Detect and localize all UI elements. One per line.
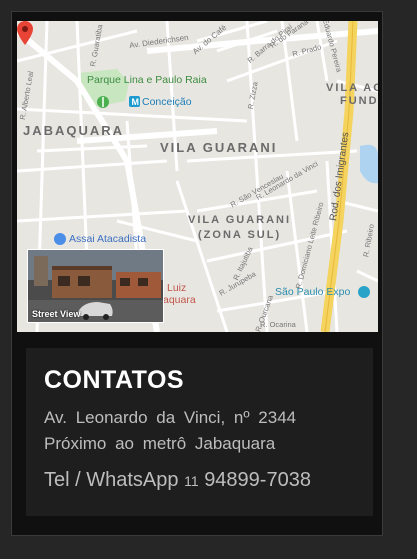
map-label-vila-fund-1: VILA AG: [326, 82, 378, 94]
phone-prefix: Tel / WhatsApp: [44, 469, 179, 491]
contact-phone[interactable]: Tel / WhatsApp 11 94899-7038: [44, 469, 311, 492]
contact-address-line1: Av. Leonardo da Vinci, nº 2344: [44, 408, 297, 427]
street-view-thumbnail[interactable]: Street View: [27, 249, 164, 323]
map-label-vila-guarani-zs-1: VILA GUARANI: [188, 214, 292, 226]
map-label-vila-fund-2: FUND: [340, 95, 378, 107]
map-label-assai: Assai Atacadista: [69, 233, 147, 245]
phone-number: 94899-7038: [204, 469, 311, 491]
street-view-label: Street View: [32, 309, 81, 319]
map-label-metro: Conceição: [142, 96, 192, 108]
map-label-park: Parque Lina e Paulo Raia: [87, 74, 207, 86]
map-label-aquara: aquara: [163, 294, 196, 306]
map-label-expo: São Paulo Expo: [275, 286, 351, 298]
phone-ddd: 11: [184, 473, 199, 489]
location-pin-icon[interactable]: [17, 21, 33, 45]
map-label-vila-guarani: VILA GUARANI: [160, 140, 278, 155]
map-embed[interactable]: M JABAQUARA VILA GUARANI VILA GUARANI (Z…: [17, 21, 378, 332]
map-label-jabaquara: JABAQUARA: [23, 123, 125, 138]
contact-address-line2: Próximo ao metrô Jabaquara: [44, 434, 276, 453]
svg-text:M: M: [132, 97, 140, 107]
map-label-luiz: Luiz: [167, 282, 187, 294]
map-label-st-ocarina: R. Ocarina: [260, 320, 296, 329]
map-label-vila-guarani-zs-2: (ZONA SUL): [198, 229, 282, 241]
contact-title: CONTATOS: [44, 366, 185, 394]
contact-box: CONTATOS Av. Leonardo da Vinci, nº 2344 …: [26, 348, 373, 516]
